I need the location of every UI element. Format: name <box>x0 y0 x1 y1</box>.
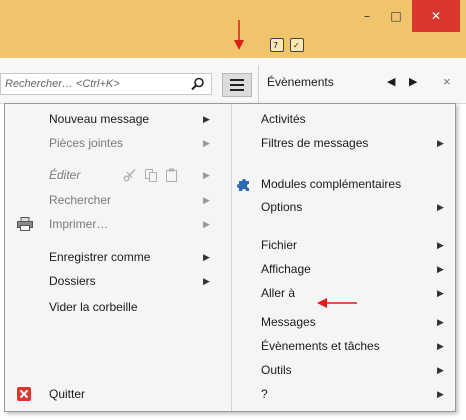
submenu-arrow-icon: ▶ <box>203 219 210 229</box>
previous-icon[interactable]: ◀ <box>387 75 395 88</box>
paste-icon[interactable] <box>165 168 179 182</box>
submenu-arrow-icon: ▶ <box>203 252 210 262</box>
submenu-arrow-icon: ▶ <box>203 114 210 124</box>
menu-item-vider-la-corbeille[interactable]: Vider la corbeille <box>49 297 138 317</box>
menu-item-nouveau-message[interactable]: Nouveau message <box>49 109 149 129</box>
submenu-arrow-icon: ▶ <box>203 276 210 286</box>
submenu-arrow-icon: ▶ <box>437 288 444 298</box>
menu-item-aller-a[interactable]: Aller à <box>261 283 295 303</box>
maximize-button[interactable]: □ <box>376 0 416 32</box>
submenu-arrow-icon: ▶ <box>437 264 444 274</box>
submenu-arrow-icon: ▶ <box>437 317 444 327</box>
search-placeholder: Rechercher… <Ctrl+K> <box>5 78 120 90</box>
printer-icon <box>17 217 33 231</box>
submenu-arrow-icon: ▶ <box>437 240 444 250</box>
title-bar: 7 ✓ – □ ✕ <box>0 0 466 58</box>
search-icon[interactable] <box>191 77 205 91</box>
submenu-arrow-icon: ▶ <box>437 138 444 148</box>
annotation-arrow-left <box>317 298 357 308</box>
search-input[interactable]: Rechercher… <Ctrl+K> <box>0 73 212 95</box>
submenu-arrow-icon: ▶ <box>437 389 444 399</box>
menu-item-filtres-de-messages[interactable]: Filtres de messages <box>261 133 368 153</box>
close-window-button[interactable]: ✕ <box>412 0 460 32</box>
menu-item-messages[interactable]: Messages <box>261 312 316 332</box>
submenu-arrow-icon: ▶ <box>203 170 210 180</box>
submenu-arrow-icon: ▶ <box>437 341 444 351</box>
calendar-icon[interactable]: 7 <box>270 38 284 52</box>
menu-item-options[interactable]: Options <box>261 197 302 217</box>
menu-item-rechercher[interactable]: Rechercher <box>49 190 111 210</box>
annotation-arrow-down <box>234 20 244 50</box>
menu-item-enregistrer-comme[interactable]: Enregistrer comme <box>49 247 150 267</box>
hamburger-line <box>230 79 244 81</box>
menu-item-pieces-jointes[interactable]: Pièces jointes <box>49 133 123 153</box>
submenu-arrow-icon: ▶ <box>203 195 210 205</box>
menu-item-fichier[interactable]: Fichier <box>261 235 297 255</box>
close-pane-icon[interactable]: × <box>443 74 451 89</box>
next-icon[interactable]: ▶ <box>409 75 417 88</box>
menu-item-outils[interactable]: Outils <box>261 360 292 380</box>
app-menu: Nouveau message ▶ Pièces jointes ▶ Édite… <box>4 103 456 412</box>
events-pane-title: Évènements <box>267 75 334 89</box>
hamburger-line <box>230 84 244 86</box>
menu-item-editer[interactable]: Éditer <box>49 165 80 185</box>
menu-item-dossiers[interactable]: Dossiers <box>49 271 96 291</box>
toolbar: Rechercher… <Ctrl+K> Évènements ◀ ▶ × <box>0 58 466 104</box>
menu-item-quitter[interactable]: Quitter <box>49 384 85 404</box>
puzzle-icon <box>237 179 249 191</box>
titlebar-icons: 7 ✓ <box>270 38 304 52</box>
menu-column-divider <box>231 104 232 411</box>
events-pane-header: Évènements ◀ ▶ × <box>258 66 466 104</box>
quit-icon <box>17 387 31 401</box>
menu-item-aide[interactable]: ? <box>261 384 268 404</box>
submenu-arrow-icon: ▶ <box>203 138 210 148</box>
hamburger-line <box>230 89 244 91</box>
copy-icon[interactable] <box>144 168 158 182</box>
menu-item-modules-complementaires[interactable]: Modules complémentaires <box>261 174 401 194</box>
app-menu-button[interactable] <box>222 73 252 97</box>
tasks-icon[interactable]: ✓ <box>290 38 304 52</box>
menu-item-evenements-et-taches[interactable]: Évènements et tâches <box>261 336 380 356</box>
cut-icon[interactable] <box>123 168 137 182</box>
menu-item-imprimer[interactable]: Imprimer… <box>49 214 108 234</box>
submenu-arrow-icon: ▶ <box>437 365 444 375</box>
menu-item-affichage[interactable]: Affichage <box>261 259 311 279</box>
menu-item-activites[interactable]: Activités <box>261 109 306 129</box>
submenu-arrow-icon: ▶ <box>437 202 444 212</box>
